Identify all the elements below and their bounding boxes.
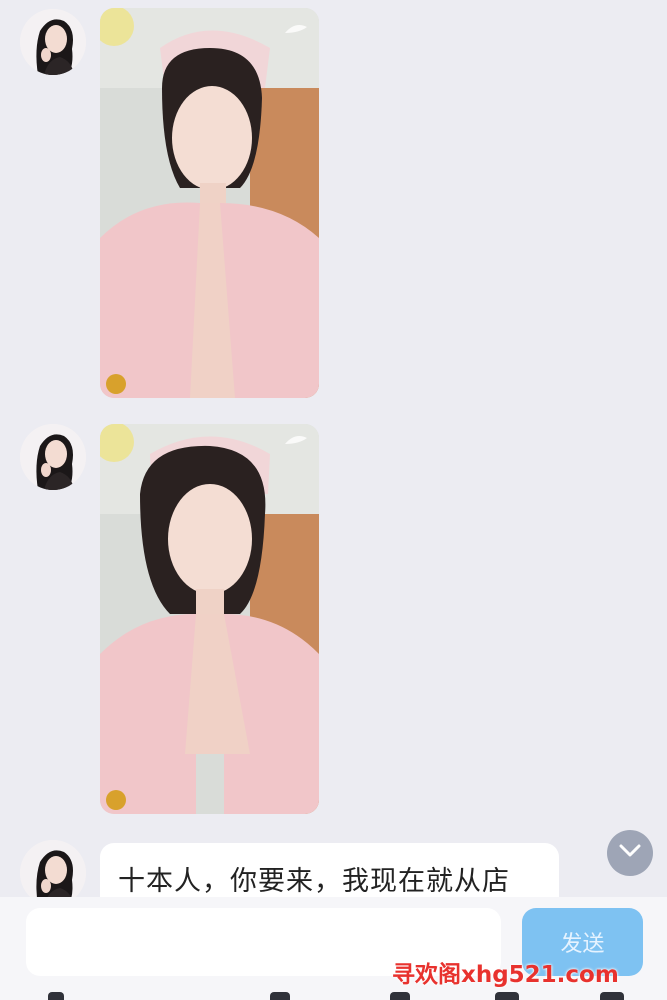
chevron-down-icon	[618, 843, 642, 863]
scroll-down-button[interactable]	[607, 830, 653, 876]
bottom-toolbar-edge	[0, 992, 667, 1000]
image-message[interactable]	[100, 424, 319, 814]
watermark: 寻欢阁xhg521.com	[392, 962, 619, 988]
contact-avatar[interactable]	[20, 9, 86, 75]
contact-avatar[interactable]	[20, 424, 86, 490]
image-message[interactable]	[100, 8, 319, 398]
